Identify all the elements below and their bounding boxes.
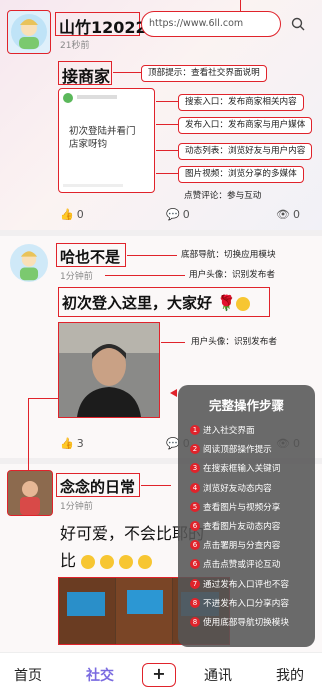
nav-messages[interactable]: 通讯: [204, 665, 232, 685]
panel-arrow: [170, 389, 177, 397]
step-item: 5 查看图片与视频分享: [190, 501, 280, 513]
step-text: 通过发布入口评也不容: [203, 579, 289, 590]
step-number: 6: [190, 559, 200, 570]
callout-line: [105, 275, 185, 277]
callout-avatar-2: 用户头像：识别发布者: [191, 337, 277, 347]
step-item: 1 进入社交界面: [190, 424, 255, 436]
step-item: 6 点击署朋与分查内容: [190, 539, 280, 551]
post-image[interactable]: [58, 322, 160, 418]
step-number: 2: [190, 444, 200, 455]
eye-icon: 👁: [276, 208, 290, 221]
step-text: 浏览好友动态内容: [203, 483, 272, 494]
step-number: 3: [190, 463, 200, 474]
thumb-up-icon: 👍: [60, 437, 74, 450]
step-item: 2 阅读顶部操作提示: [190, 443, 272, 455]
callout-line: [28, 398, 58, 400]
username[interactable]: 山竹12022: [59, 14, 147, 38]
callout-line: [141, 485, 171, 487]
username[interactable]: 念念的日常: [60, 476, 135, 497]
step-text: 查看图片与视频分享: [203, 502, 281, 513]
grin-emoji-icon: [138, 554, 153, 569]
step-item: 4 浏览好友动态内容: [190, 482, 272, 494]
step-item: 6 点击点赞或评论互动: [190, 558, 280, 570]
post-time: 1分钟前: [60, 272, 93, 282]
user-avatar[interactable]: [10, 244, 48, 282]
step-item: 6 查看图片友动态内容: [190, 520, 280, 532]
like-button[interactable]: 👍 0: [60, 208, 84, 221]
step-text: 点击点赞或评论互动: [203, 560, 281, 571]
callout-avatar: 用户头像：识别发布者: [189, 270, 275, 280]
cartoon-avatar-icon: [11, 14, 47, 50]
callout-line: [161, 342, 185, 344]
top-arrow-line: [240, 0, 242, 11]
step-text: 在搜索框输入关键词: [203, 464, 281, 475]
nav-plus-button[interactable]: +: [142, 663, 176, 687]
callout-line: [156, 150, 178, 152]
callout-line: [156, 124, 178, 126]
step-number: 4: [190, 482, 200, 493]
post-image[interactable]: 初次登陆并看门店家呀钧: [58, 88, 155, 193]
cartoon-avatar-icon: [19, 251, 39, 281]
panel-title: 完整操作步骤: [208, 398, 284, 413]
card-text: 初次登陆并看门店家呀钧: [69, 126, 136, 150]
callout-line: [28, 398, 30, 470]
grin-emoji-icon: [81, 554, 96, 569]
step-item: 3 在搜索框输入关键词: [190, 462, 280, 474]
nav-home[interactable]: 首页: [14, 665, 42, 685]
step-number: 5: [190, 501, 200, 512]
callout-search: 搜索入口：发布商家相关内容: [178, 94, 304, 111]
step-text: 进入社交界面: [203, 426, 255, 436]
thumb-up-icon: 👍: [60, 208, 74, 221]
step-number: 8: [190, 597, 200, 608]
grin-emoji-icon: [119, 554, 134, 569]
callout-top-tip: 顶部提示：查看社交界面说明: [141, 65, 267, 82]
step-text: 查看图片友动态内容: [203, 522, 281, 532]
callout-feed: 动态列表：浏览好友与用户内容: [178, 143, 313, 160]
post-content: 初次登入这里，大家好 🌹: [62, 292, 250, 313]
step-item: 8 不进发布入口分享内容: [190, 597, 289, 609]
callout-line: [127, 255, 177, 257]
username[interactable]: 哈也不是: [60, 246, 120, 267]
step-text: 点击署朋与分查内容: [203, 541, 281, 552]
callout-publish: 发布入口：发布商家与用户媒体: [178, 117, 313, 134]
post-time: 21秒前: [60, 41, 90, 51]
callout-line: [156, 101, 178, 103]
post-time: 1分钟前: [60, 502, 93, 512]
step-text: 使用底部导航切换模块: [203, 618, 289, 628]
post-content-line2: 比: [60, 547, 153, 571]
user-avatar[interactable]: [7, 10, 51, 54]
step-number: 7: [190, 578, 200, 589]
bottom-nav: 首页 社交 + 通讯 我的: [0, 652, 322, 697]
step-number: 6: [190, 521, 200, 531]
comment-button[interactable]: 💬0: [166, 208, 190, 221]
like-button[interactable]: 👍 3: [60, 437, 84, 450]
divider: [0, 230, 322, 236]
step-number: 1: [190, 425, 200, 435]
step-text: 不进发布入口分享内容: [203, 598, 289, 609]
step-item: 7 通过发布入口评也不容: [190, 578, 289, 590]
nav-social[interactable]: 社交: [86, 665, 114, 685]
photo-avatar-icon: [8, 471, 52, 515]
step-number: 8: [190, 617, 200, 627]
step-number: 6: [190, 540, 200, 551]
step-item: 8 使用底部导航切换模块: [190, 616, 289, 628]
step-text: 阅读顶部操作提示: [203, 445, 272, 456]
callout-line: [156, 173, 178, 175]
smile-emoji-icon: [235, 296, 250, 311]
grin-emoji-icon: [100, 554, 115, 569]
callout-bottom-nav: 底部导航：切换应用模块: [181, 250, 276, 260]
callout-media: 图片视频：浏览分享的多媒体: [178, 166, 304, 183]
comment-icon: 💬: [166, 208, 180, 221]
user-avatar[interactable]: [7, 470, 53, 516]
rose-icon: 🌹: [217, 294, 236, 312]
callout-line: [113, 72, 143, 74]
post-title: 接商家: [62, 67, 111, 86]
nav-mine[interactable]: 我的: [276, 665, 304, 685]
callout-like-comment: 点赞评论：参与互动: [184, 191, 262, 201]
search-icon[interactable]: [291, 17, 305, 31]
view-count: 👁0: [276, 208, 300, 221]
man-photo-icon: [59, 323, 159, 417]
search-url-text: https://www.6ll.com: [149, 18, 244, 29]
